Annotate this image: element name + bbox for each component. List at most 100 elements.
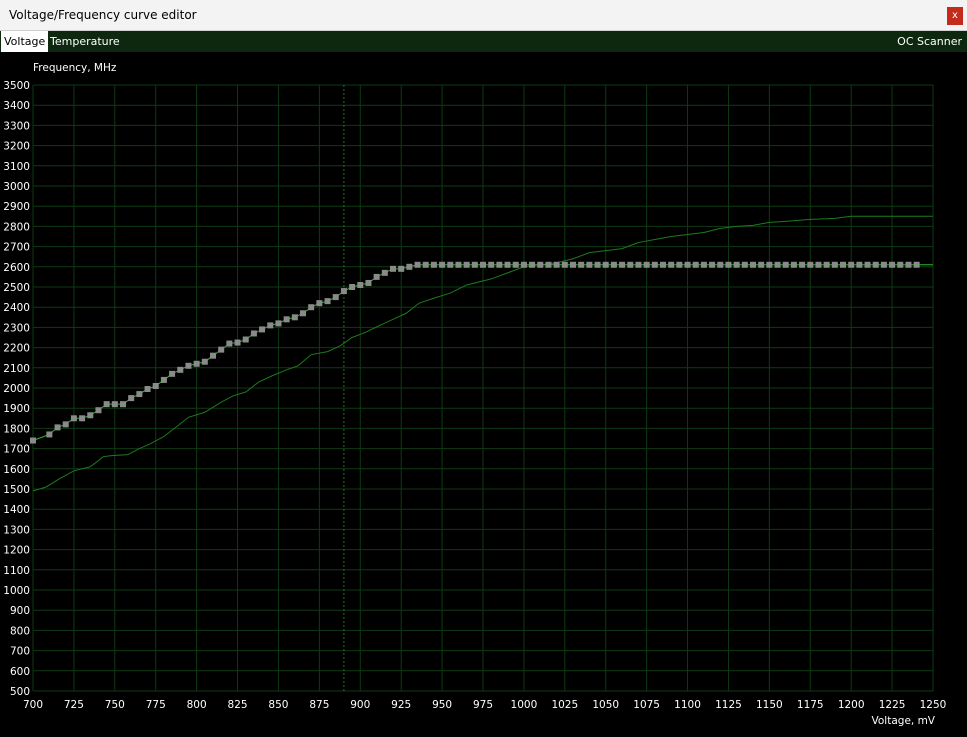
curve-point[interactable] xyxy=(848,261,855,268)
curve-point[interactable] xyxy=(684,261,691,268)
curve-point[interactable] xyxy=(414,261,421,268)
curve-point[interactable] xyxy=(668,261,675,268)
curve-point[interactable] xyxy=(193,360,200,367)
curve-point[interactable] xyxy=(365,279,372,286)
curve-point[interactable] xyxy=(586,261,593,268)
curve-point[interactable] xyxy=(324,298,331,305)
curve-point[interactable] xyxy=(864,261,871,268)
curve-point[interactable] xyxy=(750,261,756,268)
curve-point[interactable] xyxy=(349,284,356,290)
curve-point[interactable] xyxy=(234,339,241,346)
curve-point[interactable] xyxy=(95,407,102,414)
curve-point[interactable] xyxy=(856,261,863,268)
curve-point[interactable] xyxy=(275,320,282,327)
curve-point[interactable] xyxy=(725,261,732,268)
curve-point[interactable] xyxy=(529,261,536,268)
curve-point[interactable] xyxy=(46,431,53,438)
curve-point[interactable] xyxy=(578,261,585,268)
curve-point[interactable] xyxy=(406,263,413,270)
vf-chart-svg[interactable]: Frequency, MHz Voltage, mV 500 600 700 800 9… xyxy=(0,52,967,733)
curve-point[interactable] xyxy=(160,376,167,383)
curve-point[interactable] xyxy=(807,261,814,268)
curve-point[interactable] xyxy=(733,261,740,268)
curve-point[interactable] xyxy=(766,261,773,268)
curve-point[interactable] xyxy=(455,261,462,268)
curve-point[interactable] xyxy=(259,326,266,333)
curve-point[interactable] xyxy=(185,362,192,369)
curve-point[interactable] xyxy=(815,261,822,268)
curve-point[interactable] xyxy=(741,261,748,268)
curve-point[interactable] xyxy=(831,261,838,268)
curve-point[interactable] xyxy=(340,288,347,295)
curve-point[interactable] xyxy=(643,261,650,268)
curve-point[interactable] xyxy=(120,401,126,408)
curve-point[interactable] xyxy=(880,261,887,268)
curve-point[interactable] xyxy=(758,261,765,268)
curve-point[interactable] xyxy=(823,261,830,268)
curve-point[interactable] xyxy=(283,316,290,323)
curve-point[interactable] xyxy=(398,265,405,272)
curve-point[interactable] xyxy=(390,265,396,272)
curve-point[interactable] xyxy=(381,269,388,276)
curve-point[interactable] xyxy=(488,261,495,268)
vf-chart[interactable]: Frequency, MHz Voltage, mV 500 600 700 800 9… xyxy=(0,52,967,733)
curve-point[interactable] xyxy=(177,366,184,373)
curve-point[interactable] xyxy=(913,261,920,268)
curve-point[interactable] xyxy=(471,261,478,268)
curve-point[interactable] xyxy=(553,261,560,268)
curve-point[interactable] xyxy=(840,261,846,268)
tab-temperature[interactable]: Temperature xyxy=(47,31,123,52)
curve-point[interactable] xyxy=(463,261,470,268)
curve-point[interactable] xyxy=(905,261,912,268)
curve-point[interactable] xyxy=(496,261,503,268)
curve-point[interactable] xyxy=(700,261,707,268)
curve-point[interactable] xyxy=(332,294,339,301)
curve-point[interactable] xyxy=(537,261,544,268)
curve-point[interactable] xyxy=(430,261,437,268)
curve-point[interactable] xyxy=(676,261,683,268)
curve-point[interactable] xyxy=(79,415,86,422)
curve-point[interactable] xyxy=(717,261,724,268)
curve-point[interactable] xyxy=(627,261,634,268)
curve-point[interactable] xyxy=(651,261,658,268)
curve-point[interactable] xyxy=(242,336,249,343)
curve-point[interactable] xyxy=(144,386,151,393)
curve-point[interactable] xyxy=(226,340,233,347)
curve-point[interactable] xyxy=(291,314,298,321)
curve-point[interactable] xyxy=(692,261,699,268)
curve-point[interactable] xyxy=(357,281,364,288)
curve-point[interactable] xyxy=(447,261,454,268)
curve-point[interactable] xyxy=(799,261,806,268)
curve-point[interactable] xyxy=(169,370,176,377)
curve-point[interactable] xyxy=(619,261,626,268)
curve-point[interactable] xyxy=(111,401,118,408)
curve-point[interactable] xyxy=(201,358,208,365)
curve-point[interactable] xyxy=(480,261,486,268)
curve-point[interactable] xyxy=(267,322,274,329)
curve-point[interactable] xyxy=(782,261,789,268)
curve-points[interactable] xyxy=(30,261,920,444)
curve-point[interactable] xyxy=(635,261,642,268)
curve-point[interactable] xyxy=(152,382,159,389)
curve-point[interactable] xyxy=(872,261,879,268)
curve-point[interactable] xyxy=(889,261,896,268)
curve-point[interactable] xyxy=(512,261,519,268)
curve-point[interactable] xyxy=(602,261,609,268)
curve-point[interactable] xyxy=(54,424,61,431)
curve-point[interactable] xyxy=(218,346,225,353)
curve-point[interactable] xyxy=(570,261,576,268)
curve-point[interactable] xyxy=(774,261,781,268)
curve-point[interactable] xyxy=(136,391,143,398)
curve-point[interactable] xyxy=(103,401,110,408)
curve-point[interactable] xyxy=(422,261,429,268)
curve-point[interactable] xyxy=(316,300,323,307)
curve-point[interactable] xyxy=(373,273,380,280)
oc-scanner-button[interactable]: OC Scanner xyxy=(894,31,965,52)
curve-point[interactable] xyxy=(128,395,135,402)
curve-point[interactable] xyxy=(594,261,601,268)
curve-point[interactable] xyxy=(210,352,216,359)
tab-voltage[interactable]: Voltage xyxy=(1,31,49,52)
curve-point[interactable] xyxy=(561,261,568,268)
curve-point[interactable] xyxy=(709,261,716,268)
close-button[interactable]: x xyxy=(947,7,963,25)
